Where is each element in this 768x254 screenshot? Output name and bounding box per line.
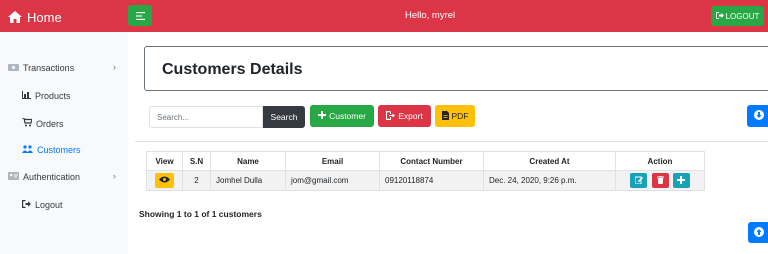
chevron-right-icon: ›: [113, 62, 116, 72]
sign-out-icon: [22, 200, 31, 210]
sidebar-item-products[interactable]: Products: [22, 91, 71, 101]
file-pdf-icon: [441, 110, 449, 122]
pdf-button[interactable]: PDF: [435, 105, 475, 127]
money-icon: [8, 63, 19, 73]
sidebar-item-label: Customers: [37, 145, 81, 155]
chevron-right-icon: ›: [113, 171, 116, 181]
contact-cell: 09120118874: [379, 170, 484, 191]
table-row: 2 Jomhel Dulla jom@gmail.com 09120118874…: [146, 170, 705, 191]
export-label: Export: [398, 111, 423, 121]
sign-out-icon: [715, 11, 724, 21]
table-header-row: View S.N Name Email Contact Number Creat…: [146, 151, 705, 171]
sn-cell: 2: [182, 170, 211, 191]
sidebar-item-label: Logout: [35, 200, 63, 210]
delete-button[interactable]: [651, 173, 669, 188]
menu-icon: [135, 7, 145, 25]
customers-table: View S.N Name Email Contact Number Creat…: [146, 151, 705, 191]
sidebar-toggle-button[interactable]: [128, 5, 152, 26]
logout-label: LOGOUT: [725, 11, 760, 21]
floating-action-button[interactable]: [748, 222, 768, 243]
add-customer-label: Customer: [329, 111, 366, 121]
file-export-icon: [386, 110, 396, 122]
sidebar-item-logout[interactable]: Logout: [22, 200, 63, 210]
sidebar: Transactions › Products Orders Customers…: [0, 32, 128, 254]
bar-chart-icon: [22, 91, 31, 101]
created-at-cell: Dec. 24, 2020, 9:26 p.m.: [483, 170, 616, 191]
add-button[interactable]: [672, 173, 690, 188]
column-header-email: Email: [285, 151, 380, 171]
download-button[interactable]: [747, 105, 768, 127]
sidebar-item-authentication[interactable]: Authentication: [8, 172, 80, 182]
plus-icon: [318, 111, 327, 121]
pagination-summary: Showing 1 to 1 of 1 customers: [139, 209, 262, 219]
cart-icon: [22, 117, 33, 129]
action-cell: [615, 170, 705, 191]
logout-button[interactable]: LOGOUT: [711, 6, 764, 26]
column-header-created-at: Created At: [483, 151, 616, 171]
view-cell: [146, 170, 183, 191]
arrow-circle-up-icon: [754, 224, 764, 242]
home-icon: [8, 11, 22, 23]
sidebar-item-label: Products: [35, 91, 71, 101]
page-title: Customers Details: [162, 61, 303, 78]
column-header-contact-number: Contact Number: [379, 151, 484, 171]
sidebar-item-orders[interactable]: Orders: [22, 117, 64, 129]
page-header-card: Customers Details: [144, 46, 768, 91]
edit-icon: [634, 176, 643, 186]
id-card-icon: [8, 172, 19, 182]
toolbar-divider: [135, 141, 768, 142]
export-button[interactable]: Export: [378, 105, 431, 127]
sidebar-item-customers[interactable]: Customers: [22, 145, 81, 155]
search-input[interactable]: [149, 106, 263, 128]
search-button[interactable]: Search: [263, 106, 305, 128]
pdf-label: PDF: [451, 111, 469, 121]
sidebar-item-transactions[interactable]: Transactions: [8, 63, 74, 73]
column-header-sn: S.N: [182, 151, 211, 171]
add-customer-button[interactable]: Customer: [310, 105, 374, 127]
sidebar-item-label: Orders: [36, 118, 64, 129]
column-header-action: Action: [615, 151, 705, 171]
email-cell: jom@gmail.com: [285, 170, 380, 191]
users-icon: [22, 145, 33, 155]
name-cell: Jomhel Dulla: [210, 170, 286, 191]
edit-button[interactable]: [630, 173, 648, 188]
sidebar-item-label: Transactions: [23, 63, 75, 73]
arrow-circle-down-icon: [754, 107, 764, 125]
top-navbar: Home Hello, myrel LOGOUT: [0, 0, 768, 32]
column-header-view: View: [146, 151, 183, 171]
eye-icon: [159, 176, 170, 185]
plus-icon: [677, 175, 686, 186]
view-button[interactable]: [155, 173, 174, 188]
sidebar-item-label: Authentication: [23, 172, 81, 182]
user-greeting: Hello, myrel: [405, 10, 456, 21]
home-link[interactable]: Home: [8, 8, 62, 26]
brand-label: Home: [27, 9, 62, 25]
trash-icon: [656, 175, 664, 186]
column-header-name: Name: [210, 151, 286, 171]
